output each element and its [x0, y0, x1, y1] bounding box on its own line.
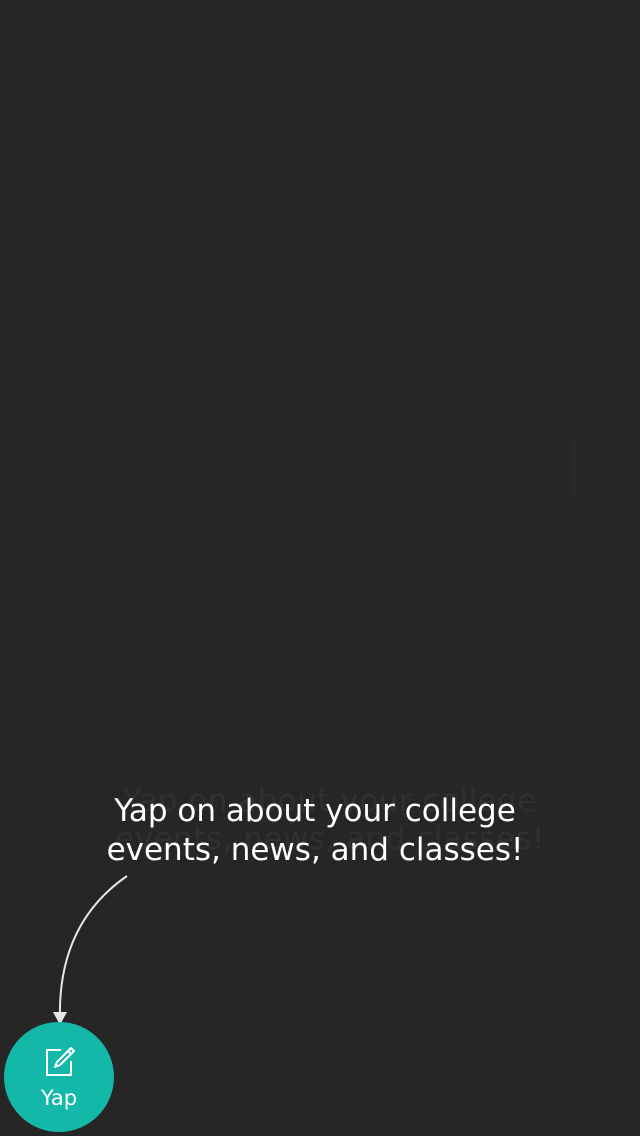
coachmark-message: Yap on about your college events, news, …	[106, 793, 524, 868]
compose-icon	[46, 1047, 75, 1076]
coachmark-arrow-icon	[53, 875, 128, 1025]
coachmark-overlay[interactable]: Yap on about your college events, news, …	[0, 0, 640, 1136]
yap-button-label: Yap	[40, 1086, 78, 1110]
background-scroll-indicator	[573, 438, 577, 496]
yap-compose-button[interactable]: Yap	[4, 1022, 114, 1132]
